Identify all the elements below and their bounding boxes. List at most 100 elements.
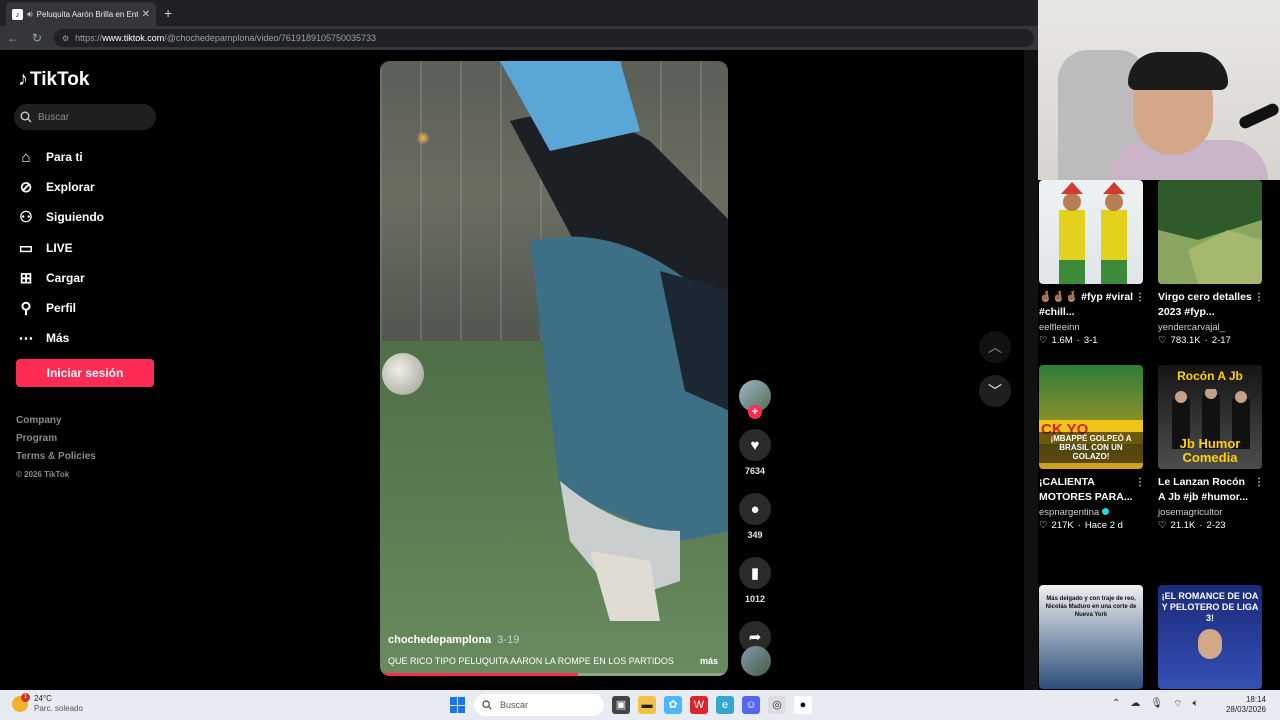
video-card-date: 2-17 [1211, 335, 1231, 346]
video-card[interactable]: ¡EL ROMANCE DE IOA Y PELOTERO DE LIGA 3! [1158, 585, 1264, 689]
comment-icon[interactable]: ● [739, 493, 771, 525]
home-icon: ⌂ [21, 148, 31, 166]
more-options-icon[interactable]: ⋮ [1135, 290, 1145, 305]
video-info: chochedepamplona 3-19 QUE RICO TIPO PELUQ… [388, 634, 718, 666]
video-card-title[interactable]: Le Lanzan Rocón A Jb #jb #humor... [1158, 476, 1248, 503]
comment-count: 349 [747, 530, 763, 540]
sidebar-item-cargar[interactable]: ⊞ Cargar [18, 263, 104, 293]
music-disc-icon[interactable] [741, 646, 771, 676]
live-tv-icon: ▭ [18, 239, 34, 257]
video-card-author[interactable]: eelfleeinn [1039, 322, 1145, 333]
wifi-icon[interactable]: ⌔ [1173, 698, 1182, 711]
sidebar-item-siguiendo[interactable]: ⚇ Siguiendo [18, 202, 104, 232]
video-thumbnail[interactable]: CK YO ¡MBAPPÉ GOLPEÓ A BRASIL CON UN GOL… [1039, 365, 1143, 469]
weather-widget[interactable]: 1 24°C Parc. soleado [12, 693, 83, 714]
footer-link-program[interactable]: Program [16, 433, 96, 451]
webcam-microphone [1237, 101, 1280, 131]
login-button[interactable]: Iniciar sesión [16, 359, 154, 387]
more-options-icon[interactable]: ⋮ [1254, 475, 1264, 490]
follow-plus-icon[interactable]: + [748, 405, 762, 419]
video-frame-light [416, 131, 430, 145]
chevron-up-icon[interactable]: ⌃ [1112, 698, 1120, 711]
sidebar-item-label: LIVE [46, 240, 73, 255]
more-options-icon[interactable]: ⋮ [1254, 290, 1264, 305]
video-card-title[interactable]: 🤞🏽🤞🏽🤞🏽 #fyp #viral #chill... [1039, 291, 1133, 318]
footer-link-company[interactable]: Company [16, 415, 96, 433]
windows-start-icon[interactable] [450, 697, 466, 713]
video-card[interactable]: 🤞🏽🤞🏽🤞🏽 #fyp #viral #chill... ⋮ eelfleeinn… [1039, 180, 1145, 346]
url-field[interactable]: ⚙ https://www.tiktok.com/@chochedepamplo… [54, 29, 1034, 47]
video-thumbnail[interactable]: Rocón A Jb Jb Humor Comedia [1158, 365, 1262, 469]
browser-tab[interactable]: ♪ 🔊︎ Peluquita Aarón Brilla en Entr ✕ [6, 2, 156, 26]
video-caption: QUE RICO TIPO PELUQUITA AARON LA ROMPE E… [388, 656, 674, 666]
next-video-button[interactable]: ﹀ [979, 375, 1011, 407]
video-card[interactable]: Virgo cero detalles 2023 #fyp... ⋮ yender… [1158, 180, 1264, 346]
chrome-icon[interactable]: ● [794, 696, 812, 714]
reload-icon[interactable]: ↻ [30, 31, 44, 45]
thumbnail-top-text: Rocón A Jb [1177, 369, 1243, 383]
like-action[interactable]: ♥ 7634 [738, 429, 772, 476]
video-card[interactable]: Más delgado y con traje de reo, Nicolás … [1039, 585, 1145, 689]
author-avatar[interactable]: + [739, 380, 771, 419]
video-card-author[interactable]: yendercarvajal_ [1158, 322, 1264, 333]
video-thumbnail[interactable] [1158, 180, 1262, 284]
file-explorer-icon[interactable]: ▬ [638, 696, 656, 714]
url-prefix: https:// [75, 33, 103, 43]
video-card-author[interactable]: espnargentina [1039, 507, 1099, 518]
task-view-icon[interactable]: ▣ [612, 696, 630, 714]
previous-video-button[interactable]: ︿ [979, 331, 1011, 363]
sidebar-item-explorar[interactable]: ⊘ Explorar [18, 172, 104, 202]
separator-dot: · [1076, 335, 1080, 346]
sidebar-item-live[interactable]: ▭ LIVE [18, 233, 104, 263]
video-card[interactable]: CK YO ¡MBAPPÉ GOLPEÓ A BRASIL CON UN GOL… [1039, 365, 1145, 531]
volume-icon[interactable]: 🔈︎ [1193, 698, 1199, 711]
weather-temp: 24°C [34, 694, 52, 703]
video-date: 3-19 [497, 634, 520, 646]
footer-link-terms[interactable]: Terms & Policies [16, 451, 96, 469]
clock[interactable]: 18:14 28/03/2026 [1226, 695, 1266, 715]
video-card[interactable]: Rocón A Jb Jb Humor Comedia Le Lanzan Ro… [1158, 365, 1264, 531]
sidebar-item-para-ti[interactable]: ⌂ Para ti [18, 142, 104, 172]
copilot-icon[interactable]: ✿ [664, 696, 682, 714]
video-card-title[interactable]: ¡CALIENTA MOTORES PARA... [1039, 476, 1133, 503]
webcam-overlay [1038, 0, 1280, 180]
video-card-author[interactable]: josemagricultor [1158, 507, 1264, 518]
sidebar-item-perfil[interactable]: ⚲ Perfil [18, 293, 104, 323]
heart-icon[interactable]: ♥ [739, 429, 771, 461]
page-scrollbar[interactable] [1024, 50, 1038, 690]
save-action[interactable]: ▮ 1012 [738, 557, 772, 604]
video-thumbnail[interactable]: ¡EL ROMANCE DE IOA Y PELOTERO DE LIGA 3! [1158, 585, 1262, 689]
video-thumbnail[interactable]: Más delgado y con traje de reo, Nicolás … [1039, 585, 1143, 689]
back-icon[interactable]: ← [6, 31, 20, 45]
office-icon[interactable]: W [690, 696, 708, 714]
video-card-date: 2-23 [1206, 520, 1226, 531]
new-tab-icon[interactable]: + [164, 5, 172, 21]
more-options-icon[interactable]: ⋮ [1135, 475, 1145, 490]
video-author-link[interactable]: chochedepamplona [388, 634, 491, 646]
separator-dot: · [1077, 520, 1081, 531]
video-player[interactable]: chochedepamplona 3-19 QUE RICO TIPO PELUQ… [380, 61, 728, 676]
more-dots-icon: ⋯ [18, 330, 34, 348]
tiktok-logo[interactable]: ♪ TikTok [18, 68, 89, 91]
thumbnail-art [1059, 182, 1127, 284]
cloud-icon[interactable]: ☁ [1130, 698, 1140, 711]
speaker-icon[interactable]: 🔊︎ [27, 9, 33, 20]
obs-icon[interactable]: ◎ [768, 696, 786, 714]
bookmark-icon[interactable]: ▮ [739, 557, 771, 589]
edge-icon[interactable]: e [716, 696, 734, 714]
discord-icon[interactable]: ☺ [742, 696, 760, 714]
search-input[interactable]: Buscar [14, 104, 156, 130]
sidebar-item-label: Perfil [46, 301, 77, 316]
video-thumbnail[interactable] [1039, 180, 1143, 284]
video-card-title[interactable]: Virgo cero detalles 2023 #fyp... [1158, 291, 1252, 318]
sidebar-footer: Company Program Terms & Policies © 2026 … [16, 415, 96, 488]
site-info-icon[interactable]: ⚙ [62, 34, 69, 43]
caption-more-link[interactable]: más [700, 656, 718, 666]
comment-action[interactable]: ● 349 [738, 493, 772, 540]
taskbar-search[interactable]: Buscar [474, 694, 604, 716]
video-progress-bar[interactable] [380, 673, 728, 676]
sidebar-item-mas[interactable]: ⋯ Más [18, 323, 104, 353]
close-tab-icon[interactable]: ✕ [142, 9, 150, 20]
microphone-icon[interactable]: 🎙︎ [1150, 698, 1163, 711]
like-count: 7634 [744, 466, 766, 476]
